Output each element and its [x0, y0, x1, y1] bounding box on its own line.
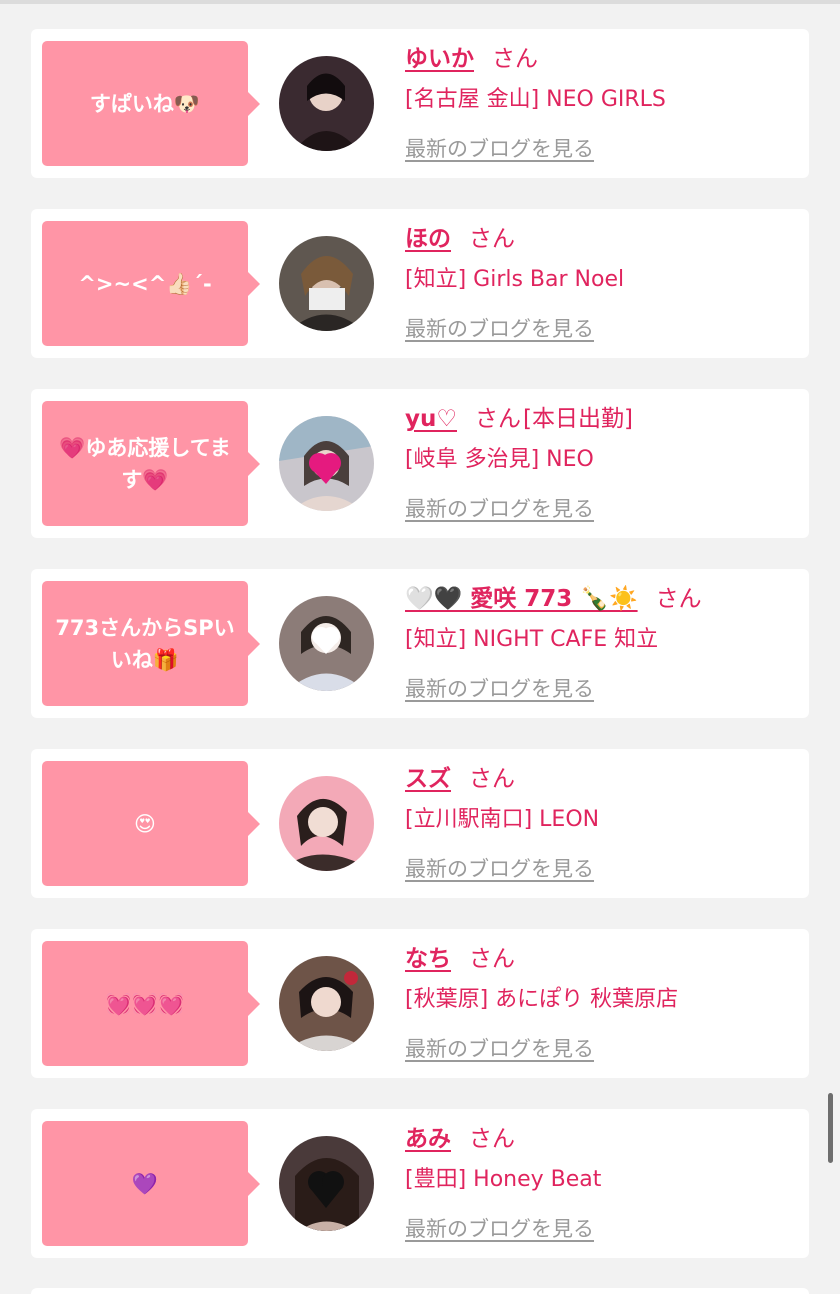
like-message-bubble: ^>~<^👍🏻´- [42, 221, 260, 346]
avatar-photo [279, 776, 374, 871]
like-message: 😍 [134, 811, 156, 836]
avatar[interactable] [279, 56, 374, 151]
list-item: 💜 あみ さん [豊田] Honey Beat 最新のブログを見る [31, 1109, 809, 1258]
avatar-photo [279, 956, 374, 1051]
cast-name-link[interactable]: ゆいか [405, 46, 474, 72]
avatar[interactable] [279, 776, 374, 871]
entry-info: なち さん [秋葉原] あにぽり 秋葉原店 最新のブログを見る [405, 941, 805, 1065]
name-line: あみ さん [405, 1121, 805, 1157]
like-message-bubble: 😍 [42, 761, 260, 886]
list-item: 💓💓💓 なち さん [秋葉原] あにぽり 秋葉原店 最新のブログを見る [31, 929, 809, 1078]
cast-name-link[interactable]: 🤍🖤 愛咲 773 🍾☀️ [405, 586, 638, 612]
shop-name: [岐阜 多治見] NEO [405, 447, 594, 472]
status-note: [本日出勤] [523, 406, 633, 432]
list-item: すぱいね🐶 ゆいか さん [名古屋 金山] NEO GIRLS 最新のブログを見る [31, 29, 809, 178]
honorific: さん [469, 946, 515, 972]
honorific: さん [475, 406, 521, 432]
latest-blog-link[interactable]: 最新のブログを見る [405, 313, 594, 345]
avatar-photo [279, 56, 374, 151]
shop-name: [名古屋 金山] NEO GIRLS [405, 87, 666, 112]
honorific: さん [469, 766, 515, 792]
like-message: ^>~<^👍🏻´- [78, 271, 212, 296]
like-message: 💜 [131, 1171, 159, 1196]
latest-blog-link[interactable]: 最新のブログを見る [405, 133, 594, 165]
latest-blog-link[interactable]: 最新のブログを見る [405, 673, 594, 705]
like-message: 773さんからSPいいね🎁 [55, 615, 235, 672]
latest-blog-link[interactable]: 最新のブログを見る [405, 1213, 594, 1245]
latest-blog-link[interactable]: 最新のブログを見る [405, 853, 594, 885]
like-message-bubble: 💜 [42, 1121, 260, 1246]
honorific: さん [469, 1126, 515, 1152]
name-line: yu♡ さん[本日出勤] [405, 401, 805, 437]
avatar[interactable] [279, 596, 374, 691]
entry-info: ゆいか さん [名古屋 金山] NEO GIRLS 最新のブログを見る [405, 41, 805, 165]
avatar[interactable] [279, 1136, 374, 1231]
entry-info: yu♡ さん[本日出勤] [岐阜 多治見] NEO 最新のブログを見る [405, 401, 805, 525]
avatar-photo [279, 596, 374, 691]
like-message-bubble: すぱいね🐶 [42, 41, 260, 166]
like-message-bubble: 773さんからSPいいね🎁 [42, 581, 260, 706]
like-message-bubble: 💓💓💓 [42, 941, 260, 1066]
cast-name-link[interactable]: ほの [405, 226, 451, 252]
avatar-photo [279, 1136, 374, 1231]
cast-name-link[interactable]: yu♡ [405, 406, 457, 432]
shop-name: [立川駅南口] LEON [405, 807, 600, 832]
entry-info: あみ さん [豊田] Honey Beat 最新のブログを見る [405, 1121, 805, 1245]
shop-name: [豊田] Honey Beat [405, 1167, 602, 1192]
avatar[interactable] [279, 416, 374, 511]
avatar[interactable] [279, 236, 374, 331]
entry-info: ほの さん [知立] Girls Bar Noel 最新のブログを見る [405, 221, 805, 345]
like-message: 💗ゆあ応援してます💗 [59, 435, 231, 492]
cast-name-link[interactable]: あみ [405, 1126, 451, 1152]
cast-name-link[interactable]: なち [405, 946, 451, 972]
list-item: 😍 スズ さん [立川駅南口] LEON 最新のブログを見る [31, 749, 809, 898]
shop-name: [知立] Girls Bar Noel [405, 267, 625, 292]
avatar-photo [279, 416, 374, 511]
cast-name-link[interactable]: スズ [405, 766, 451, 792]
shop-name: [知立] NIGHT CAFE 知立 [405, 627, 659, 652]
list-item-partial [31, 1288, 809, 1294]
list-item: 💗ゆあ応援してます💗 yu♡ さん[本日出勤] [岐阜 多治見] NEO 最新のブ… [31, 389, 809, 538]
honorific: さん [469, 226, 515, 252]
entry-info: スズ さん [立川駅南口] LEON 最新のブログを見る [405, 761, 805, 885]
name-line: スズ さん [405, 761, 805, 797]
scrollbar[interactable] [828, 1093, 833, 1163]
honorific: さん [655, 586, 702, 612]
like-message: すぱいね🐶 [89, 91, 201, 116]
top-divider [0, 0, 840, 4]
like-message-bubble: 💗ゆあ応援してます💗 [42, 401, 260, 526]
name-line: ほの さん [405, 221, 805, 257]
name-line: なち さん [405, 941, 805, 977]
latest-blog-link[interactable]: 最新のブログを見る [405, 493, 594, 525]
name-line: ゆいか さん [405, 41, 805, 77]
avatar-photo [279, 236, 374, 331]
entry-info: 🤍🖤 愛咲 773 🍾☀️ さん [知立] NIGHT CAFE 知立 最新のブロ… [405, 581, 805, 705]
honorific: さん [492, 46, 538, 72]
latest-blog-link[interactable]: 最新のブログを見る [405, 1033, 594, 1065]
like-list: すぱいね🐶 ゆいか さん [名古屋 金山] NEO GIRLS 最新のブログを見る… [31, 29, 809, 1289]
shop-name: [秋葉原] あにぽり 秋葉原店 [405, 987, 679, 1012]
avatar[interactable] [279, 956, 374, 1051]
name-line: 🤍🖤 愛咲 773 🍾☀️ さん [405, 581, 805, 617]
list-item: ^>~<^👍🏻´- ほの さん [知立] Girls Bar Noel 最新のブロ… [31, 209, 809, 358]
list-item: 773さんからSPいいね🎁 🤍🖤 愛咲 773 🍾☀️ さん [知立] NIGHT… [31, 569, 809, 718]
like-message: 💓💓💓 [105, 991, 185, 1016]
